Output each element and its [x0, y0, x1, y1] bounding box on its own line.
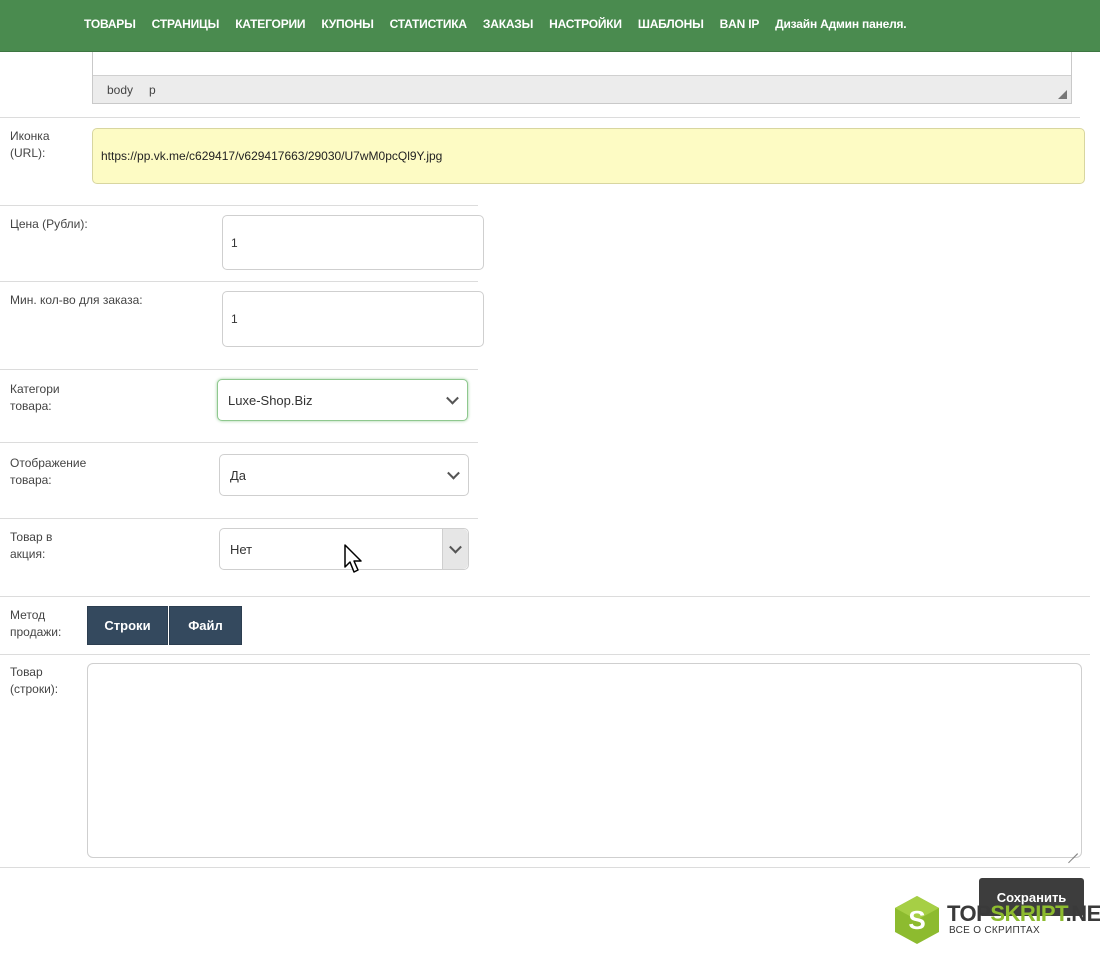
editor-statusbar: body p — [93, 75, 1071, 103]
divider — [0, 369, 478, 370]
price-label: Цена (Рубли): — [10, 217, 88, 231]
sale-method-label: Метод продажи: — [10, 608, 62, 639]
category-select[interactable]: Luxe-Shop.Biz — [217, 379, 468, 421]
topskript-logo-icon: S — [895, 896, 939, 944]
divider — [0, 442, 478, 443]
divider — [0, 867, 1090, 868]
nav-item-products[interactable]: ТОВАРЫ — [84, 17, 136, 31]
description-editor[interactable]: body p — [92, 52, 1072, 104]
nav-item-admin-design[interactable]: Дизайн Админ панеля. — [775, 17, 906, 31]
watermark-name-part1: TOP — [947, 901, 991, 926]
editor-resize-handle[interactable] — [1058, 90, 1067, 99]
price-input[interactable]: 1 — [222, 215, 484, 270]
divider — [0, 654, 1090, 655]
top-nav: ТОВАРЫ СТРАНИЦЫ КАТЕГОРИИ КУПОНЫ СТАТИСТ… — [0, 0, 1100, 52]
icon-url-input[interactable]: https://pp.vk.me/c629417/v629417663/2903… — [92, 128, 1085, 184]
min-qty-input[interactable]: 1 — [222, 291, 484, 347]
editor-path-body[interactable]: body — [107, 83, 133, 97]
chevron-down-icon — [447, 466, 460, 480]
divider — [0, 117, 1080, 118]
nav-item-settings[interactable]: НАСТРОЙКИ — [549, 17, 622, 31]
nav-item-categories[interactable]: КАТЕГОРИИ — [235, 17, 305, 31]
category-label: Категори товара: — [10, 382, 60, 413]
sale-method-lines-button[interactable]: Строки — [87, 606, 168, 645]
watermark-name-part2: SKRIPT — [990, 901, 1066, 926]
top-menu: ТОВАРЫ СТРАНИЦЫ КАТЕГОРИИ КУПОНЫ СТАТИСТ… — [84, 17, 922, 31]
mouse-cursor-icon — [344, 544, 362, 573]
nav-item-orders[interactable]: ЗАКАЗЫ — [483, 17, 533, 31]
divider — [0, 518, 478, 519]
chevron-down-icon — [446, 391, 459, 405]
nav-item-coupons[interactable]: КУПОНЫ — [321, 17, 373, 31]
topskript-watermark: S TOPSKRIPT.NET ВСЕ О СКРИПТАХ — [893, 895, 1100, 947]
promo-label: Товар в акция: — [10, 530, 53, 561]
display-label: Отображение товара: — [10, 456, 87, 487]
chevron-down-icon — [449, 540, 462, 554]
watermark-name-part3: .NET — [1065, 901, 1100, 926]
sale-method-file-button[interactable]: Файл — [169, 606, 242, 645]
nav-item-pages[interactable]: СТРАНИЦЫ — [152, 17, 220, 31]
goods-lines-textarea[interactable] — [87, 663, 1082, 858]
editor-path-p[interactable]: p — [149, 83, 156, 97]
nav-item-statistics[interactable]: СТАТИСТИКА — [390, 17, 467, 31]
goods-lines-label: Товар (строки): — [10, 665, 59, 696]
nav-item-templates[interactable]: ШАБЛОНЫ — [638, 17, 704, 31]
watermark-tagline: ВСЕ О СКРИПТАХ — [949, 925, 1040, 936]
select-arrow-box[interactable] — [442, 529, 468, 569]
divider — [0, 205, 478, 206]
min-qty-label: Мин. кол-во для заказа: — [10, 293, 143, 307]
divider — [0, 596, 1090, 597]
nav-item-ban-ip[interactable]: BAN IP — [720, 17, 760, 31]
svg-text:S: S — [908, 905, 925, 935]
divider — [0, 281, 478, 282]
textarea-resize-grip[interactable] — [1068, 844, 1078, 854]
display-select[interactable]: Да — [219, 454, 469, 496]
icon-url-label: Иконка (URL): — [10, 129, 50, 160]
